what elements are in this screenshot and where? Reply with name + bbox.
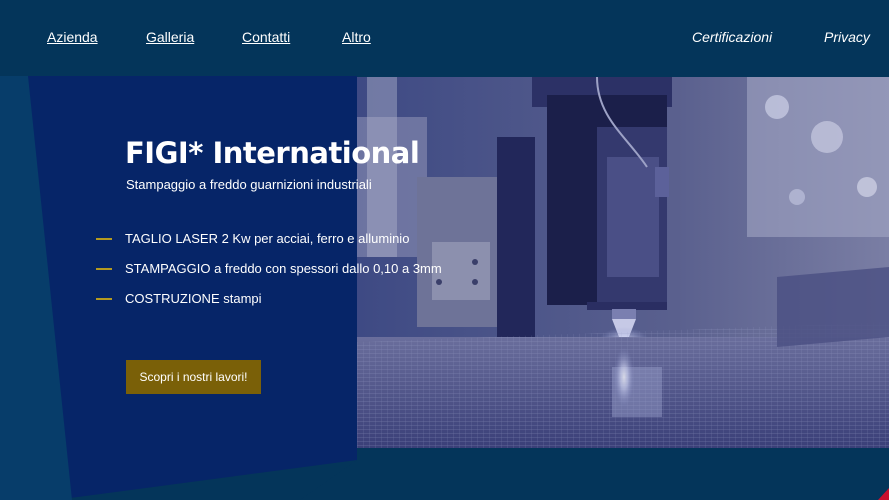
service-text: TAGLIO LASER 2 Kw per acciai, ferro e al… (125, 231, 410, 246)
service-item: COSTRUZIONE stampi (96, 291, 442, 321)
company-subtitle: Stampaggio a freddo guarnizioni industri… (126, 177, 372, 192)
company-title: FIGI* International (125, 136, 420, 170)
bullet-dash-icon (96, 268, 112, 270)
nav-link-altro[interactable]: Altro (342, 29, 371, 45)
nav-link-privacy[interactable]: Privacy (824, 29, 870, 45)
service-text: COSTRUZIONE stampi (125, 291, 262, 306)
top-navigation: Azienda Galleria Contatti Altro Certific… (0, 0, 889, 76)
discover-works-button[interactable]: Scopri i nostri lavori! (126, 360, 261, 394)
services-list: TAGLIO LASER 2 Kw per acciai, ferro e al… (96, 231, 442, 321)
nav-link-azienda[interactable]: Azienda (47, 29, 98, 45)
nav-link-certificazioni[interactable]: Certificazioni (692, 29, 772, 45)
bullet-dash-icon (96, 298, 112, 300)
corner-accent (878, 488, 889, 500)
bullet-dash-icon (96, 238, 112, 240)
nav-link-contatti[interactable]: Contatti (242, 29, 290, 45)
service-text: STAMPAGGIO a freddo con spessori dallo 0… (125, 261, 442, 276)
service-item: STAMPAGGIO a freddo con spessori dallo 0… (96, 261, 442, 291)
nav-link-galleria[interactable]: Galleria (146, 29, 194, 45)
service-item: TAGLIO LASER 2 Kw per acciai, ferro e al… (96, 231, 442, 261)
